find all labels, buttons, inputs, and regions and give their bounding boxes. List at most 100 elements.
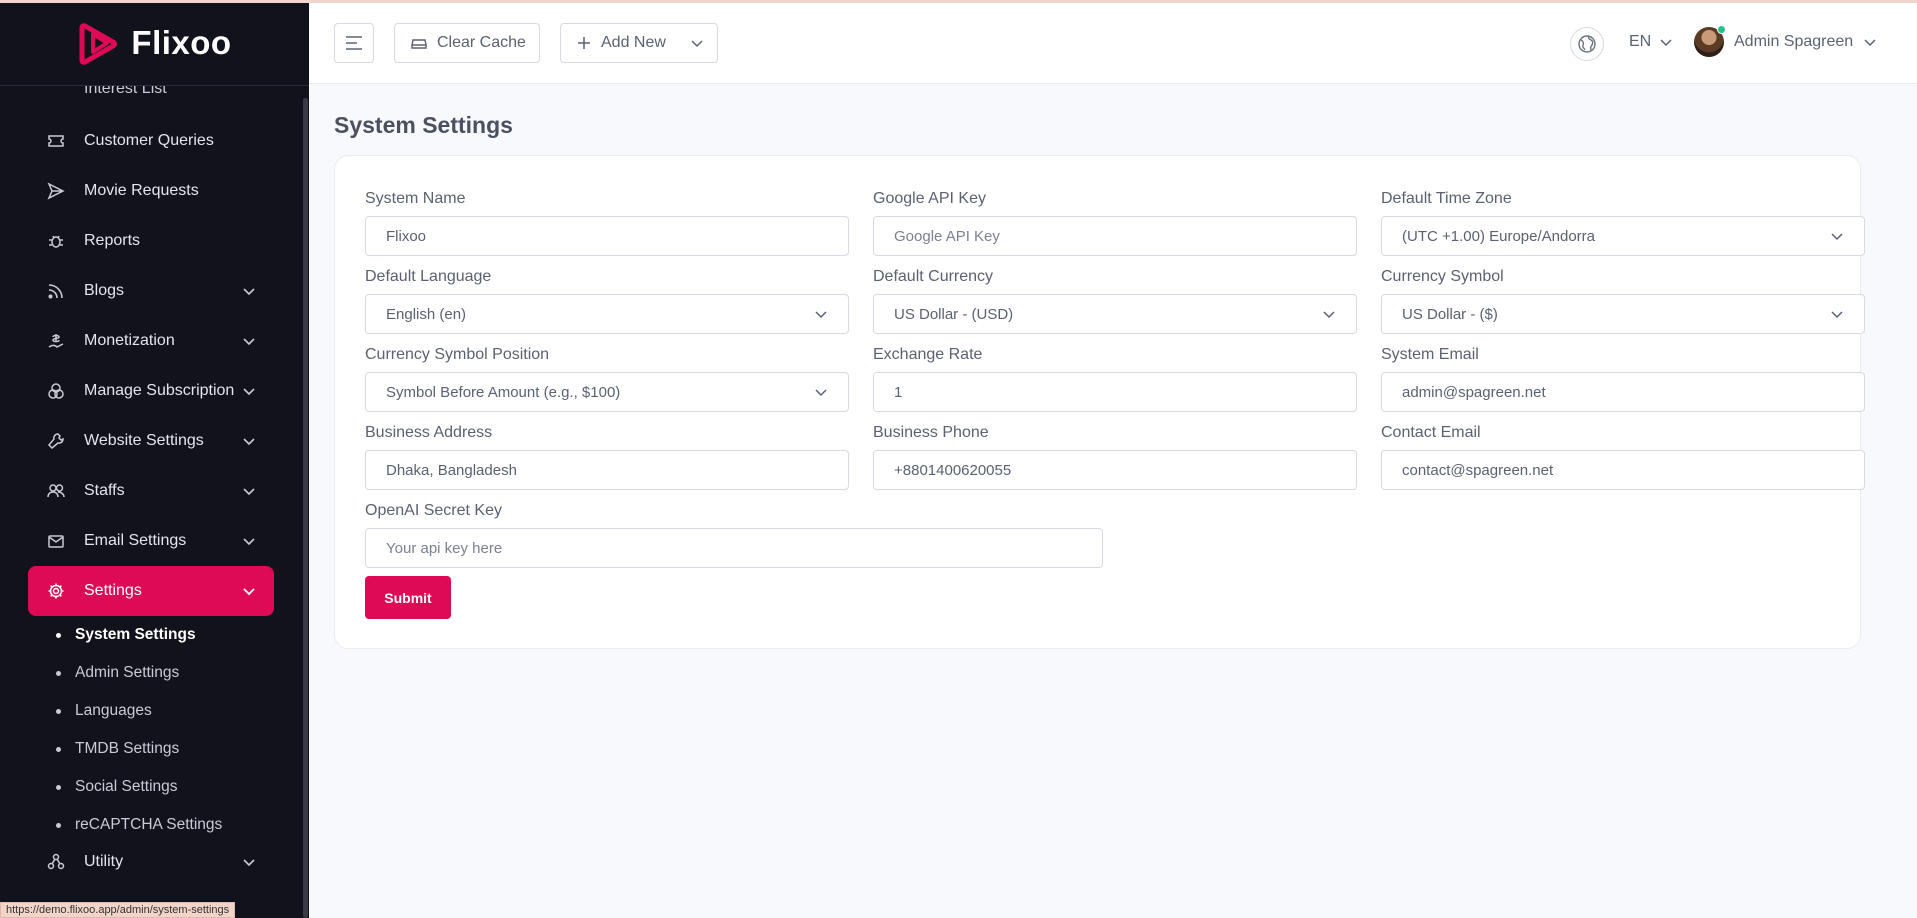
- submenu-item-label: Social Settings: [75, 778, 178, 795]
- default-currency-label: Default Currency: [873, 268, 994, 285]
- sidebar-item-manage-subscription[interactable]: Manage Subscription: [28, 366, 274, 416]
- gear-icon: [46, 581, 66, 601]
- submenu-item-recaptcha-settings[interactable]: reCAPTCHA Settings: [56, 806, 274, 844]
- business-address-input[interactable]: Dhaka, Bangladesh: [365, 450, 849, 490]
- online-status-dot: [1717, 25, 1726, 34]
- bug-icon: [46, 231, 66, 251]
- default-language-value: English (en): [386, 305, 467, 323]
- currency-symbol-label: Currency Symbol: [1381, 268, 1504, 285]
- chevron-down-icon: [1323, 311, 1335, 319]
- system-name-group: System Name Flixoo: [365, 190, 849, 256]
- submenu-item-admin-settings[interactable]: Admin Settings: [56, 654, 274, 692]
- default-currency-select[interactable]: US Dollar - (USD): [873, 294, 1357, 334]
- bullet-icon: [56, 708, 61, 714]
- chevron-down-icon: [1864, 39, 1876, 47]
- currency-symbol-position-label: Currency Symbol Position: [365, 346, 550, 363]
- currency-symbol-value: US Dollar - ($): [1402, 305, 1498, 323]
- openai-secret-key-input[interactable]: Your api key here: [365, 528, 1103, 568]
- openai-secret-key-label: OpenAI Secret Key: [365, 502, 502, 519]
- chevron-down-icon: [243, 859, 255, 867]
- plus-icon: [578, 37, 590, 49]
- sidebar-item-monetization[interactable]: Monetization: [28, 316, 274, 366]
- chevron-down-icon: [1660, 39, 1672, 47]
- system-email-value: admin@spagreen.net: [1402, 383, 1546, 401]
- wrench-icon: [46, 431, 66, 451]
- sidebar-item-label: Email Settings: [84, 532, 187, 549]
- language-selector[interactable]: EN: [1629, 33, 1673, 51]
- language-code: EN: [1629, 33, 1652, 50]
- exchange-rate-input[interactable]: 1: [873, 372, 1357, 412]
- sidebar: Flixoo Interest List Customer Queries Mo…: [0, 0, 309, 918]
- sidebar-item-label: Manage Subscription: [84, 382, 235, 399]
- system-email-label: System Email: [1381, 346, 1479, 363]
- google-api-key-label: Google API Key: [873, 190, 986, 207]
- exchange-rate-value: 1: [894, 383, 903, 401]
- system-email-input[interactable]: admin@spagreen.net: [1381, 372, 1865, 412]
- currency-symbol-select[interactable]: US Dollar - ($): [1381, 294, 1865, 334]
- business-address-group: Business Address Dhaka, Bangladesh: [365, 424, 849, 490]
- sidebar-item-movie-requests[interactable]: Movie Requests: [28, 166, 274, 216]
- submenu-item-social-settings[interactable]: Social Settings: [56, 768, 274, 806]
- bullet-icon: [56, 632, 61, 638]
- money-icon: [46, 331, 66, 351]
- submenu-item-label: Admin Settings: [75, 664, 180, 681]
- logo-text: Flixoo: [131, 23, 232, 61]
- default-time-zone-select[interactable]: (UTC +1.00) Europe/Andorra: [1381, 216, 1865, 256]
- chevron-down-icon: [243, 438, 255, 446]
- sidebar-item-utility[interactable]: Utility: [28, 844, 274, 880]
- sidebar-item-label: Staffs: [84, 482, 125, 499]
- system-name-input[interactable]: Flixoo: [365, 216, 849, 256]
- sidebar-item-website-settings[interactable]: Website Settings: [28, 416, 274, 466]
- currency-symbol-position-value: Symbol Before Amount (e.g., $100): [386, 383, 621, 401]
- sidebar-item-label: Reports: [84, 232, 141, 249]
- top-header: Clear Cache Add New EN Admin Spagreen: [309, 3, 1917, 84]
- hamburger-icon: [346, 36, 362, 50]
- ticket-icon: [46, 131, 66, 151]
- chevron-down-icon: [1831, 311, 1843, 319]
- clear-cache-button[interactable]: Clear Cache: [394, 23, 540, 63]
- settings-submenu: System Settings Admin Settings Languages…: [28, 616, 274, 844]
- currency-symbol-position-group: Currency Symbol Position Symbol Before A…: [365, 346, 849, 412]
- submenu-item-languages[interactable]: Languages: [56, 692, 274, 730]
- bullet-icon: [56, 670, 61, 676]
- chevron-down-icon: [691, 40, 703, 48]
- chevron-down-icon: [243, 288, 255, 296]
- google-api-key-input[interactable]: Google API Key: [873, 216, 1357, 256]
- chevron-down-icon: [243, 538, 255, 546]
- sidebar-item-label: Utility: [84, 853, 124, 870]
- link-status-bar: https://demo.flixoo.app/admin/system-set…: [0, 902, 236, 918]
- globe-icon[interactable]: [1570, 27, 1604, 61]
- currency-symbol-group: Currency Symbol US Dollar - ($): [1381, 268, 1865, 334]
- sidebar-item-reports[interactable]: Reports: [28, 216, 274, 266]
- business-phone-input[interactable]: +8801400620055: [873, 450, 1357, 490]
- submenu-item-system-settings[interactable]: System Settings: [56, 616, 274, 654]
- sidebar-item-email-settings[interactable]: Email Settings: [28, 516, 274, 566]
- logo[interactable]: Flixoo: [0, 0, 309, 86]
- chevron-down-icon: [815, 389, 827, 397]
- submit-button[interactable]: Submit: [365, 576, 451, 619]
- sidebar-item-customer-queries[interactable]: Customer Queries: [28, 116, 274, 166]
- user-menu[interactable]: Admin Spagreen: [1694, 25, 1877, 57]
- sidebar-scrollbar[interactable]: [303, 98, 308, 918]
- nodes-icon: [46, 852, 66, 872]
- sidebar-item-interest-list[interactable]: Interest List: [28, 86, 274, 116]
- chevron-down-icon: [243, 338, 255, 346]
- default-time-zone-group: Default Time Zone (UTC +1.00) Europe/And…: [1381, 190, 1865, 256]
- system-settings-form: System Name Flixoo Google API Key Google…: [334, 155, 1865, 649]
- default-language-select[interactable]: English (en): [365, 294, 849, 334]
- contact-email-input[interactable]: contact@spagreen.net: [1381, 450, 1865, 490]
- default-time-zone-label: Default Time Zone: [1381, 190, 1512, 207]
- add-new-dropdown[interactable]: Add New: [560, 23, 718, 63]
- chevron-down-icon: [243, 488, 255, 496]
- coins-icon: [46, 381, 66, 401]
- submenu-item-tmdb-settings[interactable]: TMDB Settings: [56, 730, 274, 768]
- menu-toggle-button[interactable]: [334, 23, 374, 63]
- sidebar-item-blogs[interactable]: Blogs: [28, 266, 274, 316]
- business-phone-value: +8801400620055: [894, 461, 1012, 479]
- sidebar-item-label: Customer Queries: [84, 132, 214, 149]
- eraser-icon: [411, 39, 427, 49]
- default-currency-value: US Dollar - (USD): [894, 305, 1014, 323]
- sidebar-item-settings[interactable]: Settings: [28, 566, 274, 616]
- currency-symbol-position-select[interactable]: Symbol Before Amount (e.g., $100): [365, 372, 849, 412]
- sidebar-item-staffs[interactable]: Staffs: [28, 466, 274, 516]
